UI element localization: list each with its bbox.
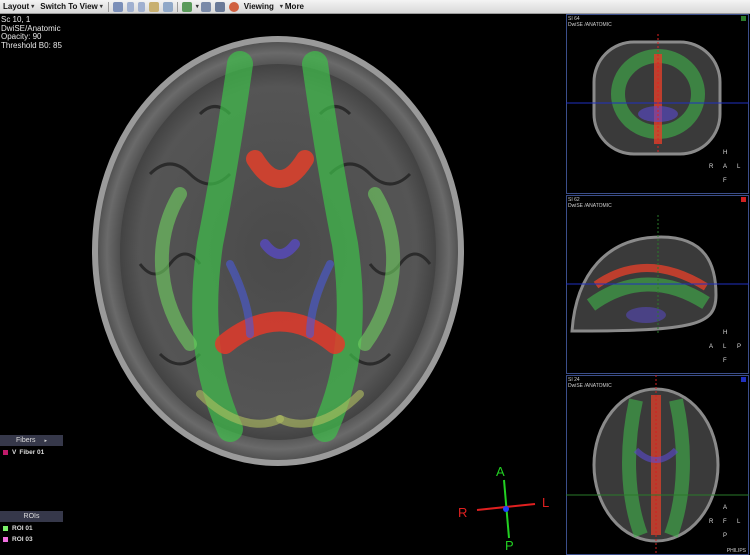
chevron-down-icon: ▾	[99, 4, 103, 10]
orientation-posterior: P	[505, 538, 514, 553]
view-coronal-icon[interactable]	[137, 1, 145, 12]
roi-list-item[interactable]: ROI 03	[0, 534, 63, 544]
orient-left: R	[709, 164, 714, 170]
fiber-label: Fiber 01	[19, 448, 45, 456]
fiber-color-swatch	[3, 449, 8, 455]
roi-list-item[interactable]: ROI 01	[0, 523, 63, 533]
coronal-viewport[interactable]: SI 64 DwiSE /ANATOMIC H R A L F	[566, 14, 749, 194]
orient-center: L	[723, 344, 727, 350]
threshold-value: Threshold B0: 85	[1, 40, 62, 50]
separator	[107, 1, 109, 12]
rotate-icon[interactable]	[228, 1, 239, 12]
toolbar: Layout ▾ Switch To View ▾ ▾ Viewing ▾ Mo…	[0, 0, 750, 14]
orient-right: L	[737, 164, 741, 170]
layout-menu[interactable]: Layout ▾	[0, 0, 37, 13]
orient-left: R	[709, 519, 714, 525]
more-label: More	[284, 2, 305, 11]
fibers-title: Fibers	[16, 437, 36, 444]
fiber-list-item[interactable]: V Fiber 01	[0, 447, 63, 457]
axial-viewport[interactable]: SI 24 DwiSE /ANATOMIC A R F L P PHILIPS	[566, 375, 749, 555]
windows-icon[interactable]	[214, 1, 225, 12]
roi-label: ROI 01	[12, 524, 33, 532]
orient-top: H	[723, 330, 728, 336]
edit-pen-icon[interactable]	[181, 1, 192, 12]
orientation-left: L	[542, 495, 550, 510]
segment-icon[interactable]	[148, 1, 159, 12]
orient-bottom: F	[723, 358, 727, 364]
orientation-right: R	[458, 505, 468, 520]
orient-right: P	[737, 344, 742, 350]
viewing-menu[interactable]: Viewing	[241, 0, 277, 13]
view-sagittal-icon[interactable]	[126, 1, 134, 12]
collapse-arrow-icon[interactable]: ▸	[44, 438, 47, 444]
vendor-brand: PHILIPS	[726, 548, 746, 554]
roi-color-swatch	[3, 525, 8, 531]
orientation-indicator: A P R L	[455, 464, 555, 555]
layout-label: Layout	[3, 2, 30, 11]
orient-bottom: P	[723, 533, 728, 539]
orientation-anterior: A	[496, 464, 505, 479]
chevron-down-icon[interactable]: ▾	[196, 3, 199, 10]
orient-center: A	[723, 164, 728, 170]
mini-orientation: H R A L F	[709, 150, 743, 190]
copy-icon[interactable]	[200, 1, 211, 12]
mini-orientation: A R F L P	[709, 505, 743, 545]
switch-to-view-label: Switch To View	[40, 2, 98, 11]
separator	[176, 1, 178, 12]
sagittal-viewport[interactable]: SI 62 DwiSE /ANATOMIC H A L P F	[566, 195, 749, 374]
roi-label: ROI 03	[12, 535, 33, 543]
rois-panel-header[interactable]: ROIs	[0, 511, 63, 522]
orient-right: L	[737, 519, 741, 525]
orient-center: F	[723, 519, 727, 525]
mini-orientation: H A L P F	[709, 330, 743, 370]
orient-left: A	[709, 344, 714, 350]
fiber-visible-check[interactable]: V	[12, 449, 16, 456]
switch-to-view-menu[interactable]: Switch To View ▾	[37, 0, 106, 13]
scan-info-overlay: Sc 10, 1 DwiSE/Anatomic Opacity: 90 Thre…	[1, 15, 62, 50]
orient-top: H	[723, 150, 728, 156]
viewing-label: Viewing	[243, 2, 274, 11]
orient-bottom: F	[723, 178, 727, 184]
main-axial-viewport[interactable]: Sc 10, 1 DwiSE/Anatomic Opacity: 90 Thre…	[0, 14, 565, 555]
view-axial-icon[interactable]	[112, 1, 123, 12]
rois-title: ROIs	[23, 513, 40, 520]
capture-icon[interactable]	[162, 1, 173, 12]
chevron-down-icon: ▾	[279, 4, 283, 10]
chevron-down-icon: ▾	[31, 4, 35, 10]
roi-color-swatch	[3, 536, 8, 542]
fibers-panel-header[interactable]: Fibers ▸	[0, 435, 63, 446]
more-menu[interactable]: ▾ More	[277, 0, 307, 13]
orient-top: A	[723, 505, 728, 511]
